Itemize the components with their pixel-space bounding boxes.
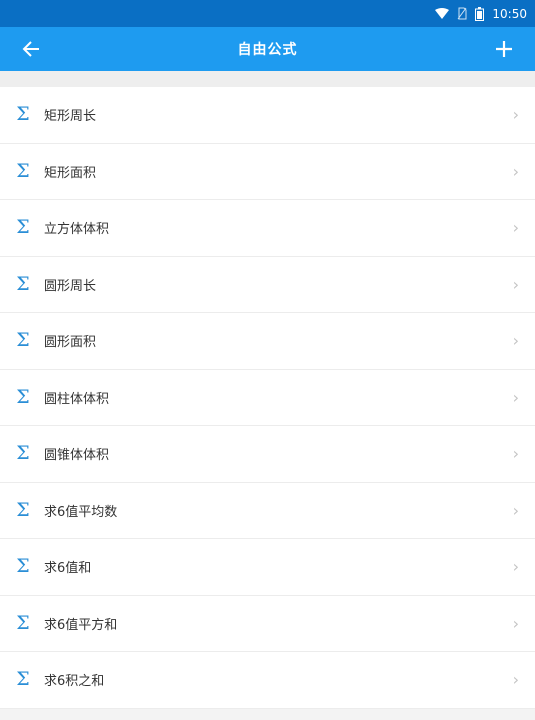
sigma-icon: Σ <box>16 103 30 126</box>
formula-label: 求6值平方和 <box>44 617 118 633</box>
formula-list-item[interactable]: Σ 圆形周长 › <box>0 257 535 313</box>
sigma-icon: Σ <box>16 272 30 295</box>
formula-list-item[interactable]: Σ 圆形面积 › <box>0 313 535 370</box>
chevron-right-icon: › <box>512 218 519 238</box>
formula-list-item[interactable]: Σ 求6值平方和 › <box>0 596 535 652</box>
formula-label: 圆柱体体积 <box>44 391 110 407</box>
chevron-right-icon: › <box>512 387 519 407</box>
sigma-icon: Σ <box>16 159 30 182</box>
formula-list-item[interactable]: Σ 圆柱体体积 › <box>0 370 535 426</box>
formula-label: 圆形面积 <box>44 335 97 351</box>
formula-label: 立方体体积 <box>44 222 110 238</box>
page-title: 自由公式 <box>237 42 298 58</box>
battery-icon <box>475 6 485 21</box>
formula-label: 求6值和 <box>44 561 92 577</box>
app-bar: 自由公式 <box>0 27 535 71</box>
formula-label: 求6值平均数 <box>44 504 118 520</box>
chevron-right-icon: › <box>512 105 519 125</box>
sigma-icon: Σ <box>16 668 30 691</box>
back-button[interactable] <box>18 36 44 62</box>
chevron-right-icon: › <box>512 500 519 520</box>
formula-list-item[interactable]: Σ 矩形周长 › <box>0 87 535 144</box>
chevron-right-icon: › <box>512 331 519 351</box>
status-bar: 10:50 <box>0 0 535 27</box>
sigma-icon: Σ <box>16 555 30 578</box>
sigma-icon: Σ <box>16 442 30 465</box>
formula-list: Σ 矩形周长 › Σ 矩形面积 › Σ 立方体体积 › Σ 圆形周长 › Σ 圆形面积 › Σ 圆柱体体积 › Σ 圆… <box>0 87 535 709</box>
chevron-right-icon: › <box>512 161 519 181</box>
formula-list-item[interactable]: Σ 矩形面积 › <box>0 144 535 200</box>
list-top-spacer <box>0 71 535 87</box>
sigma-icon: Σ <box>16 216 30 239</box>
status-time: 10:50 <box>492 6 527 21</box>
formula-list-item[interactable]: Σ 求6值和 › <box>0 539 535 596</box>
sigma-icon: Σ <box>16 385 30 408</box>
formula-label: 矩形周长 <box>44 109 97 125</box>
formula-list-item[interactable]: Σ 求6积之和 › <box>0 652 535 709</box>
chevron-right-icon: › <box>512 444 519 464</box>
sigma-icon: Σ <box>16 611 30 634</box>
chevron-right-icon: › <box>512 613 519 633</box>
plus-icon <box>496 41 512 57</box>
arrow-left-icon <box>22 41 39 57</box>
formula-label: 圆锥体体积 <box>44 448 110 464</box>
formula-label: 矩形面积 <box>44 165 97 181</box>
sigma-icon: Σ <box>16 329 30 352</box>
add-formula-button[interactable] <box>491 36 517 62</box>
no-sim-icon <box>457 7 467 20</box>
formula-list-item[interactable]: Σ 立方体体积 › <box>0 200 535 257</box>
chevron-right-icon: › <box>512 274 519 294</box>
formula-label: 圆形周长 <box>44 278 97 294</box>
formula-list-item[interactable]: Σ 求6值平均数 › <box>0 483 535 539</box>
wifi-icon <box>435 7 450 20</box>
chevron-right-icon: › <box>512 557 519 577</box>
formula-label: 求6积之和 <box>44 674 105 690</box>
sigma-icon: Σ <box>16 498 30 521</box>
formula-list-item[interactable]: Σ 圆锥体体积 › <box>0 426 535 483</box>
chevron-right-icon: › <box>512 670 519 690</box>
